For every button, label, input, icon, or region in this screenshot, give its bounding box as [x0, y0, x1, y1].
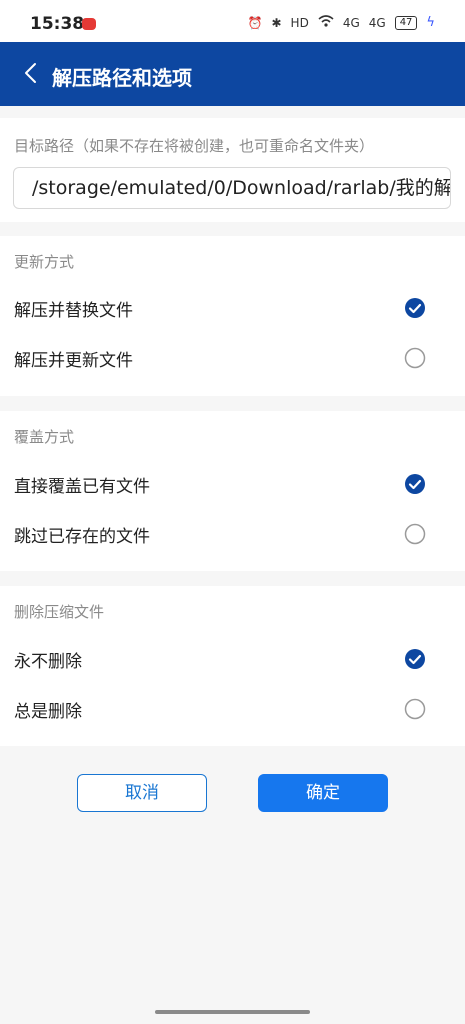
option-label: 跳过已存在的文件 — [14, 527, 150, 547]
cancel-button[interactable]: 取消 — [77, 774, 207, 812]
destination-label: 目标路径（如果不存在将被创建，也可重命名文件夹） — [14, 137, 375, 155]
wifi-icon — [318, 15, 334, 30]
signal-4g-icon: 4G — [342, 15, 360, 30]
page-title: 解压路径和选项 — [52, 66, 192, 90]
option-always-delete[interactable]: 总是删除 — [0, 687, 465, 731]
overwrite-mode-label: 覆盖方式 — [14, 428, 75, 446]
status-icons: ⏰ ✱ HD 4G 4G 47 ϟ — [248, 15, 435, 30]
option-label: 总是删除 — [14, 702, 82, 722]
bluetooth-icon: ✱ — [271, 15, 282, 30]
destination-path-input[interactable]: /storage/emulated/0/Download/rarlab/我的解 — [13, 167, 451, 209]
back-arrow-icon[interactable] — [20, 62, 42, 84]
radio-unchecked-icon[interactable] — [404, 698, 426, 720]
update-mode-label: 更新方式 — [14, 253, 75, 271]
option-extract-update[interactable]: 解压并更新文件 — [0, 336, 465, 380]
radio-checked-icon[interactable] — [404, 473, 426, 495]
delete-archive-label: 删除压缩文件 — [14, 603, 105, 621]
battery-icon: 47 — [394, 15, 418, 30]
radio-unchecked-icon[interactable] — [404, 523, 426, 545]
radio-unchecked-icon[interactable] — [404, 347, 426, 369]
notification-badge-icon — [82, 18, 96, 30]
app-bar: 解压路径和选项 — [0, 42, 465, 106]
option-label: 永不删除 — [14, 652, 82, 672]
option-never-delete[interactable]: 永不删除 — [0, 637, 465, 681]
option-extract-replace[interactable]: 解压并替换文件 — [0, 286, 465, 330]
alarm-icon: ⏰ — [247, 15, 263, 30]
status-time: 15:38 — [30, 14, 85, 34]
status-bar: 15:38 ⏰ ✱ HD 4G 4G 47 ϟ — [0, 0, 465, 42]
signal-4g-icon: 4G — [368, 15, 386, 30]
option-label: 直接覆盖已有文件 — [14, 477, 150, 497]
radio-checked-icon[interactable] — [404, 297, 426, 319]
option-skip-existing[interactable]: 跳过已存在的文件 — [0, 512, 465, 556]
ok-button[interactable]: 确定 — [258, 774, 388, 812]
option-overwrite-existing[interactable]: 直接覆盖已有文件 — [0, 462, 465, 506]
hd-icon: HD — [290, 15, 309, 30]
option-label: 解压并更新文件 — [14, 351, 133, 371]
home-indicator[interactable] — [155, 1010, 310, 1014]
charging-icon: ϟ — [426, 15, 435, 30]
radio-checked-icon[interactable] — [404, 648, 426, 670]
option-label: 解压并替换文件 — [14, 301, 133, 321]
